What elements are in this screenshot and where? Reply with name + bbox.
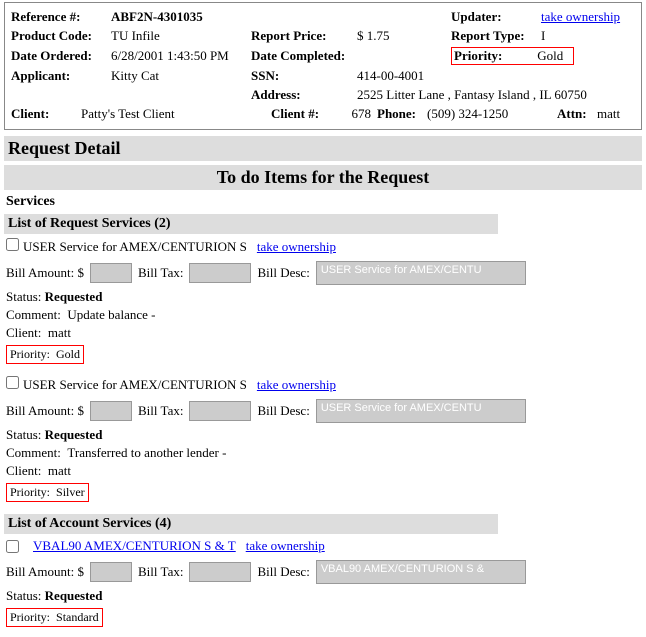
bill-tax-input[interactable] [189,401,251,421]
take-ownership-link[interactable]: take ownership [541,9,635,25]
bill-desc-input[interactable]: VBAL90 AMEX/CENTURION S & [316,560,526,584]
address-val: 2525 Litter Lane , Fantasy Island , IL 6… [357,87,635,103]
service-item: VBAL90 AMEX/CENTURION S & T take ownersh… [4,534,642,635]
services-heading: Services [4,194,642,210]
ssn-val: 414-00-4001 [357,68,635,84]
service-checkbox[interactable] [6,540,19,553]
date-ordered-lbl: Date Ordered: [11,48,111,64]
account-services-heading: List of Account Services (4) [4,514,498,534]
applicant-val: Kitty Cat [111,68,251,84]
bill-amount-input[interactable] [90,401,132,421]
reference-val: ABF2N-4301035 [111,9,251,25]
report-price-val: $ 1.75 [357,28,451,44]
applicant-lbl: Applicant: [11,68,111,84]
bill-tax-input[interactable] [189,263,251,283]
take-ownership-link[interactable]: take ownership [257,239,336,255]
service-checkbox[interactable] [6,238,19,251]
date-completed-lbl: Date Completed: [251,48,357,64]
priority-chip: Priority: Gold [6,345,84,364]
service-checkbox[interactable] [6,376,19,389]
bill-desc-input[interactable]: USER Service for AMEX/CENTU [316,399,526,423]
service-item: USER Service for AMEX/CENTURION S take o… [4,234,642,372]
clientnum-lbl: Client #: [271,106,326,122]
client-val: Patty's Test Client [61,106,271,122]
phone-lbl: Phone: [377,106,427,122]
ssn-lbl: SSN: [251,68,357,84]
take-ownership-link[interactable]: take ownership [257,377,336,393]
todo-heading: To do Items for the Request [4,165,642,190]
header-panel: Reference #: ABF2N-4301035 Updater: take… [4,2,642,130]
updater-lbl: Updater: [451,9,541,25]
priority-highlight: Priority: Gold [451,47,574,65]
report-type-lbl: Report Type: [451,28,541,44]
priority-chip: Priority: Standard [6,608,103,627]
report-price-lbl: Report Price: [251,28,357,44]
service-item: USER Service for AMEX/CENTURION S take o… [4,372,642,510]
product-lbl: Product Code: [11,28,111,44]
client-lbl: Client: [11,106,61,122]
request-services-heading: List of Request Services (2) [4,214,498,234]
attn-lbl: Attn: [557,106,597,122]
request-detail-heading: Request Detail [4,136,642,161]
clientnum-val: 678 [326,106,377,122]
product-val: TU Infile [111,28,251,44]
take-ownership-link[interactable]: take ownership [246,538,325,554]
report-type-val: I [541,28,635,44]
bill-tax-input[interactable] [189,562,251,582]
phone-val: (509) 324-1250 [427,106,557,122]
service-checkbox-label[interactable]: USER Service for AMEX/CENTURION S [6,238,247,255]
bill-amount-input[interactable] [90,263,132,283]
service-checkbox-label[interactable]: USER Service for AMEX/CENTURION S [6,376,247,393]
priority-chip: Priority: Silver [6,483,89,502]
service-title-link[interactable]: VBAL90 AMEX/CENTURION S & T [33,538,236,554]
reference-lbl: Reference #: [11,9,111,25]
bill-desc-input[interactable]: USER Service for AMEX/CENTU [316,261,526,285]
address-lbl: Address: [251,87,357,103]
bill-amount-input[interactable] [90,562,132,582]
attn-val: matt [597,106,620,122]
date-ordered-val: 6/28/2001 1:43:50 PM [111,48,251,64]
